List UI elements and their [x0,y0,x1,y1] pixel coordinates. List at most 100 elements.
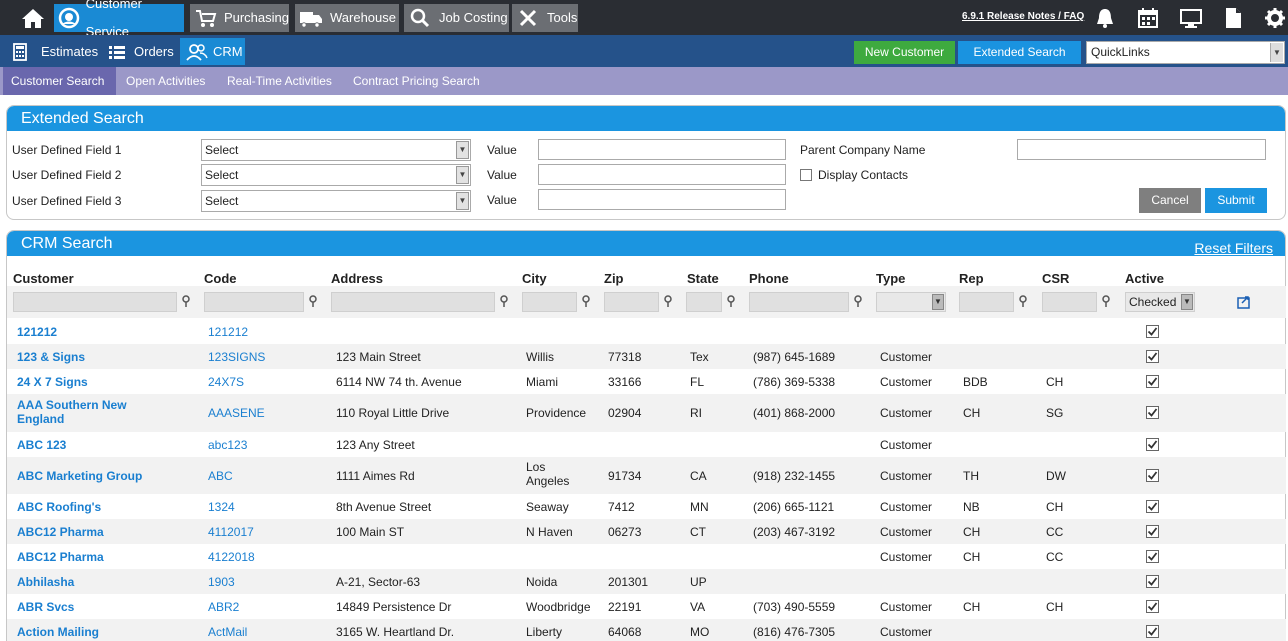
filter-code-input[interactable] [204,292,304,312]
header-type[interactable]: Type [876,271,905,286]
table-row[interactable] [7,344,1286,369]
table-row[interactable] [7,369,1286,394]
customer-name-link[interactable]: Action Mailing [17,625,99,639]
active-checkbox[interactable] [1146,350,1159,363]
filter-type-select[interactable]: ▼ [876,292,946,312]
table-row[interactable] [7,619,1286,641]
filter-rep-input[interactable] [959,292,1014,312]
document-icon[interactable] [1222,7,1244,29]
header-rep[interactable]: Rep [959,271,984,286]
reset-filters-link[interactable]: Reset Filters [1194,236,1273,261]
cancel-button[interactable]: Cancel [1139,188,1201,213]
customer-name-link[interactable]: ABC12 Pharma [17,550,104,564]
customer-code-link[interactable]: ActMail [208,625,247,639]
customer-code-link[interactable]: 1324 [208,500,235,514]
filter-key-icon[interactable] [499,295,509,307]
customer-code-link[interactable]: 4122018 [208,550,255,564]
tab-customer-search[interactable]: Customer Search [3,67,116,95]
module-tools[interactable]: Tools [512,4,578,32]
udf3-select[interactable]: Select ▼ [201,190,471,212]
active-checkbox[interactable] [1146,500,1159,513]
udf1-value-input[interactable] [538,139,786,160]
header-phone[interactable]: Phone [749,271,789,286]
udf2-value-input[interactable] [538,164,786,185]
module-purchasing[interactable]: Purchasing [190,4,289,32]
filter-key-icon[interactable] [581,295,591,307]
table-row[interactable] [7,319,1286,344]
home-icon[interactable] [20,7,46,29]
release-notes-link[interactable]: 6.9.1 Release Notes / FAQ [962,11,1084,22]
customer-name-link[interactable]: ABC Roofing's [17,500,101,514]
customer-name-link[interactable]: 121212 [17,325,57,339]
customer-code-link[interactable]: 121212 [208,325,248,339]
submit-button[interactable]: Submit [1205,188,1267,213]
customer-name-link[interactable]: AAA Southern New [17,398,127,412]
active-checkbox[interactable] [1146,375,1159,388]
module-warehouse[interactable]: Warehouse [295,4,399,32]
monitor-icon[interactable] [1180,7,1202,29]
filter-csr-input[interactable] [1042,292,1097,312]
export-icon[interactable] [1237,295,1251,309]
header-city[interactable]: City [522,271,547,286]
tab-real-time-activities[interactable]: Real-Time Activities [219,67,340,95]
filter-city-input[interactable] [522,292,577,312]
header-csr[interactable]: CSR [1042,271,1069,286]
customer-code-link[interactable]: 123SIGNS [208,350,265,364]
filter-key-icon[interactable] [663,295,673,307]
customer-name-link[interactable]: ABR Svcs [17,600,74,614]
display-contacts-checkbox[interactable] [800,169,812,181]
customer-code-link[interactable]: AAASENE [208,406,265,420]
header-active[interactable]: Active [1125,271,1164,286]
active-checkbox[interactable] [1146,600,1159,613]
parent-company-input[interactable] [1017,139,1266,160]
quicklinks-select[interactable]: QuickLinks ▼ [1086,41,1285,64]
header-zip[interactable]: Zip [604,271,624,286]
table-row[interactable] [7,457,1286,494]
nav-orders[interactable]: Orders [108,38,176,65]
filter-key-icon[interactable] [1018,295,1028,307]
tab-open-activities[interactable]: Open Activities [118,67,213,95]
filter-key-icon[interactable] [726,295,736,307]
table-row[interactable] [7,519,1286,544]
module-customer-service[interactable]: Customer Service [54,0,184,39]
customer-code-link[interactable]: 1903 [208,575,235,589]
active-checkbox[interactable] [1146,469,1159,482]
customer-code-link[interactable]: abc123 [208,438,247,452]
customer-name-link[interactable]: ABC12 Pharma [17,525,104,539]
customer-name-link[interactable]: 24 X 7 Signs [17,375,88,389]
table-row[interactable] [7,432,1286,457]
filter-key-icon[interactable] [308,295,318,307]
filter-state-input[interactable] [686,292,722,312]
customer-name-link[interactable]: ABC Marketing Group [17,469,142,483]
active-checkbox[interactable] [1146,625,1159,638]
udf1-select[interactable]: Select ▼ [201,139,471,161]
filter-address-input[interactable] [331,292,495,312]
filter-key-icon[interactable] [181,295,191,307]
filter-key-icon[interactable] [1101,295,1111,307]
active-checkbox[interactable] [1146,575,1159,588]
active-checkbox[interactable] [1146,550,1159,563]
table-row[interactable] [7,544,1286,569]
customer-name-link[interactable]: 123 & Signs [17,350,85,364]
udf3-value-input[interactable] [538,189,786,210]
filter-active-select[interactable]: Checked ▼ [1125,292,1195,312]
new-customer-button[interactable]: New Customer [854,41,955,64]
customer-name-link[interactable]: ABC 123 [17,438,66,452]
udf2-select[interactable]: Select ▼ [201,164,471,186]
header-customer[interactable]: Customer [13,271,74,286]
bell-icon[interactable] [1094,7,1116,29]
tab-contract-pricing-search[interactable]: Contract Pricing Search [345,67,488,95]
active-checkbox[interactable] [1146,525,1159,538]
customer-name-link[interactable]: Abhilasha [17,575,74,589]
active-checkbox[interactable] [1146,438,1159,451]
table-row[interactable] [7,494,1286,519]
customer-name-link[interactable]: England [17,412,64,426]
active-checkbox[interactable] [1146,406,1159,419]
header-state[interactable]: State [687,271,719,286]
active-checkbox[interactable] [1146,325,1159,338]
filter-key-icon[interactable] [853,295,863,307]
header-code[interactable]: Code [204,271,237,286]
customer-code-link[interactable]: ABR2 [208,600,239,614]
calendar-icon[interactable] [1137,7,1159,29]
header-address[interactable]: Address [331,271,383,286]
